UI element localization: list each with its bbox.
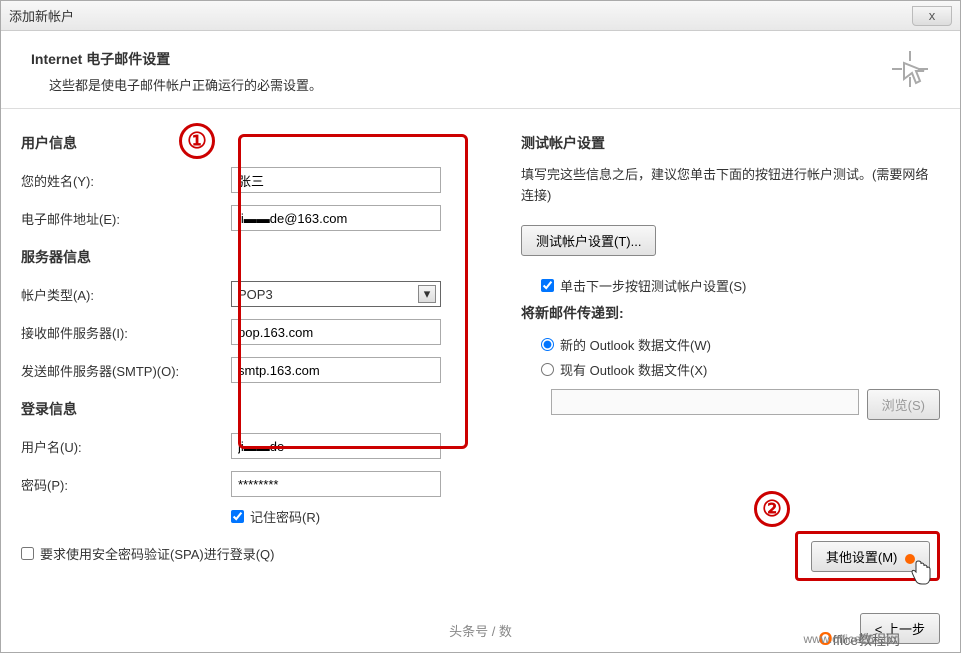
radio-new-file[interactable] [541, 338, 554, 351]
email-input[interactable] [231, 205, 441, 231]
radio-existing-row: 现有 Outlook 数据文件(X) [541, 360, 940, 379]
username-input[interactable] [231, 433, 441, 459]
data-file-path-input [551, 389, 859, 415]
close-button[interactable]: x [912, 6, 952, 26]
name-row: 您的姓名(Y): [21, 165, 501, 195]
annotation-1: ① [179, 123, 215, 159]
watermark-url: www.office26.com [804, 632, 901, 646]
remember-password-label: 记住密码(R) [250, 507, 320, 526]
auto-test-row: 单击下一步按钮测试帐户设置(S) [541, 276, 940, 295]
header-subtitle: 这些都是使电子邮件帐户正确运行的必需设置。 [49, 75, 890, 94]
watermark-1: 头条号 / 数 [449, 621, 512, 640]
annotation-2: ② [754, 491, 790, 527]
username-row: 用户名(U): [21, 431, 501, 461]
dialog-header: Internet 电子邮件设置 这些都是使电子邮件帐户正确运行的必需设置。 [1, 31, 960, 109]
titlebar: 添加新帐户 x [1, 1, 960, 31]
browse-row: 浏览(S) [551, 389, 940, 420]
remember-password-row: 记住密码(R) [231, 507, 501, 526]
test-settings-button-label: 测试帐户设置(T)... [536, 234, 641, 249]
browse-button-label: 浏览(S) [882, 398, 925, 413]
radio-existing-file[interactable] [541, 363, 554, 376]
name-input[interactable] [231, 167, 441, 193]
username-label: 用户名(U): [21, 437, 231, 456]
spa-checkbox[interactable] [21, 547, 34, 560]
password-input[interactable] [231, 471, 441, 497]
incoming-input[interactable] [231, 319, 441, 345]
spa-label: 要求使用安全密码验证(SPA)进行登录(Q) [40, 544, 274, 563]
login-info-heading: 登录信息 [21, 399, 501, 419]
header-text-block: Internet 电子邮件设置 这些都是使电子邮件帐户正确运行的必需设置。 [31, 49, 890, 94]
password-row: 密码(P): [21, 469, 501, 499]
chevron-down-icon: ▾ [418, 285, 436, 303]
watermark-text: 头条号 / 数 [449, 621, 512, 640]
window-title: 添加新帐户 [9, 6, 912, 25]
deliver-to-heading: 将新邮件传递到: [521, 303, 940, 323]
incoming-label: 接收邮件服务器(I): [21, 323, 231, 342]
incoming-row: 接收邮件服务器(I): [21, 317, 501, 347]
auto-test-label: 单击下一步按钮测试帐户设置(S) [560, 276, 746, 295]
email-row: 电子邮件地址(E): [21, 203, 501, 233]
radio-existing-label: 现有 Outlook 数据文件(X) [560, 360, 707, 379]
name-label: 您的姓名(Y): [21, 171, 231, 190]
radio-new-label: 新的 Outlook 数据文件(W) [560, 335, 711, 354]
right-column: 测试帐户设置 填写完这些信息之后，建议您单击下面的按钮进行帐户测试。(需要网络连… [501, 129, 940, 569]
outgoing-label: 发送邮件服务器(SMTP)(O): [21, 361, 231, 380]
left-column: ① 用户信息 您的姓名(Y): 电子邮件地址(E): 服务器信息 帐户类型(A)… [21, 129, 501, 569]
test-settings-heading: 测试帐户设置 [521, 133, 940, 153]
account-type-value: POP3 [238, 287, 273, 302]
outgoing-row: 发送邮件服务器(SMTP)(O): [21, 355, 501, 385]
outgoing-input[interactable] [231, 357, 441, 383]
wizard-icon [890, 49, 930, 89]
browse-button: 浏览(S) [867, 389, 940, 420]
header-title: Internet 电子邮件设置 [31, 49, 890, 69]
radio-new-row: 新的 Outlook 数据文件(W) [541, 335, 940, 354]
test-settings-text: 填写完这些信息之后，建议您单击下面的按钮进行帐户测试。(需要网络连接) [521, 165, 940, 207]
user-info-heading: 用户信息 [21, 133, 501, 153]
server-info-heading: 服务器信息 [21, 247, 501, 267]
remember-password-checkbox[interactable] [231, 510, 244, 523]
test-settings-button[interactable]: 测试帐户设置(T)... [521, 225, 656, 256]
account-type-row: 帐户类型(A): POP3 ▾ [21, 279, 501, 309]
account-type-label: 帐户类型(A): [21, 285, 231, 304]
auto-test-checkbox[interactable] [541, 279, 554, 292]
content-area: ① 用户信息 您的姓名(Y): 电子邮件地址(E): 服务器信息 帐户类型(A)… [1, 109, 960, 579]
password-label: 密码(P): [21, 475, 231, 494]
account-type-select[interactable]: POP3 ▾ [231, 281, 441, 307]
email-label: 电子邮件地址(E): [21, 209, 231, 228]
spa-row: 要求使用安全密码验证(SPA)进行登录(Q) [21, 544, 501, 563]
close-icon: x [929, 8, 936, 23]
dialog-window: 添加新帐户 x Internet 电子邮件设置 这些都是使电子邮件帐户正确运行的… [0, 0, 961, 653]
other-settings-label: 其他设置(M) [826, 550, 898, 565]
hand-cursor-icon [910, 559, 932, 591]
